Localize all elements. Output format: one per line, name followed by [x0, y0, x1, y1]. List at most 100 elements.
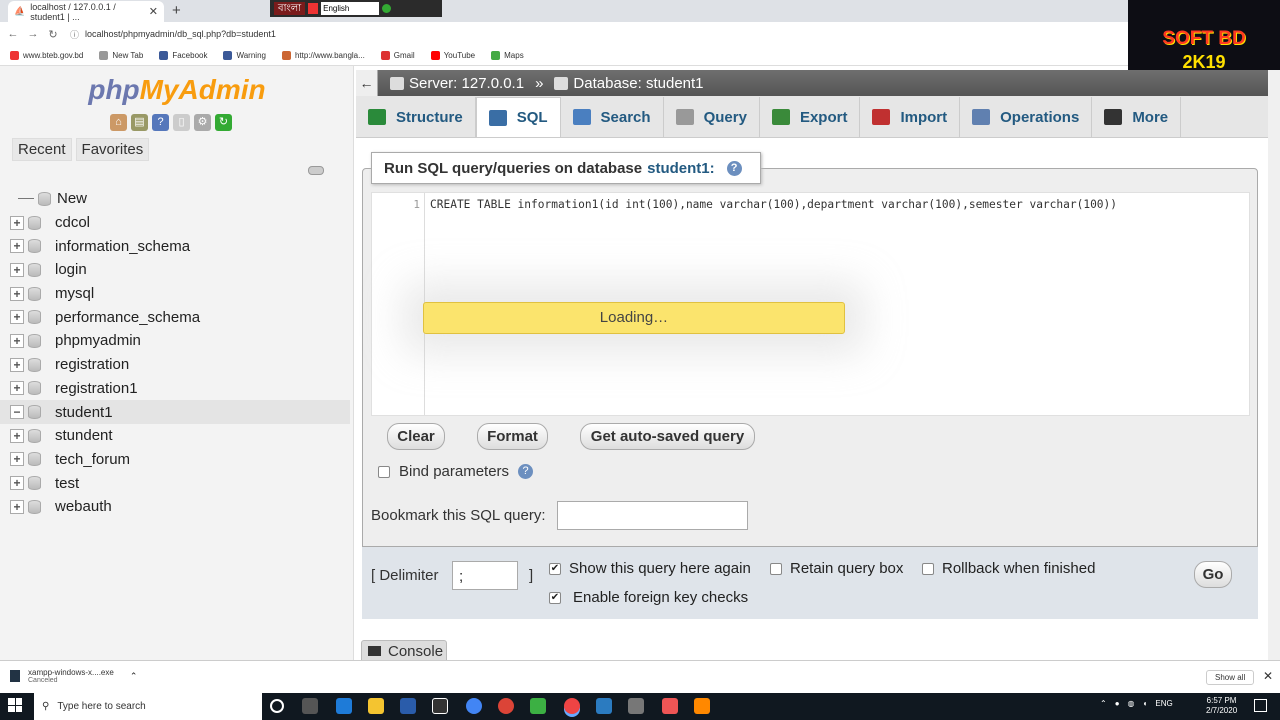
- delimiter-input[interactable]: ;: [452, 561, 518, 590]
- expand-icon[interactable]: +: [10, 476, 24, 491]
- get-autosaved-query-button[interactable]: Get auto-saved query: [580, 423, 755, 450]
- clock[interactable]: 6:57 PM 2/7/2020: [1206, 696, 1237, 716]
- download-item[interactable]: xampp-windows-x....exe Canceled ⌃: [10, 668, 137, 684]
- collapse-nav-icon[interactable]: ←: [356, 70, 378, 96]
- tab-search[interactable]: Search: [561, 97, 664, 137]
- tab-query[interactable]: Query: [664, 97, 760, 137]
- edge-icon[interactable]: [336, 698, 352, 714]
- foreign-key-checkbox[interactable]: ✔: [549, 591, 561, 604]
- app-icon[interactable]: [596, 698, 612, 714]
- tree-item-new[interactable]: New: [0, 187, 350, 211]
- bookmark-item[interactable]: Maps: [491, 51, 524, 60]
- tree-item-test[interactable]: + test: [0, 471, 350, 495]
- expand-icon[interactable]: +: [10, 452, 24, 467]
- camtasia-recorder-icon[interactable]: [662, 698, 678, 714]
- taskbar-search[interactable]: ⚲ Type here to search: [34, 693, 262, 720]
- info-icon[interactable]: ⓘ: [70, 28, 79, 41]
- chrome-app-icon[interactable]: [466, 698, 482, 714]
- breadcrumb-server[interactable]: Server: 127.0.0.1: [409, 75, 524, 92]
- logout-icon[interactable]: ▤: [131, 114, 148, 131]
- tree-item-phpmyadmin[interactable]: + phpmyadmin: [0, 329, 350, 353]
- rollback-checkbox[interactable]: [922, 562, 934, 575]
- link-with-main-icon[interactable]: [308, 166, 324, 175]
- keyboard-lang[interactable]: ENG: [1155, 699, 1172, 708]
- go-button[interactable]: Go: [1194, 561, 1232, 588]
- expand-icon[interactable]: +: [10, 381, 24, 396]
- chrome-active-icon[interactable]: [564, 698, 580, 714]
- expand-icon[interactable]: +: [10, 310, 24, 325]
- expand-icon[interactable]: +: [10, 286, 24, 301]
- expand-icon[interactable]: +: [10, 499, 24, 514]
- a-icon[interactable]: [308, 3, 319, 14]
- close-download-bar-icon[interactable]: ✕: [1263, 669, 1273, 683]
- mail-icon[interactable]: [432, 698, 448, 714]
- home-icon[interactable]: ⌂: [110, 114, 127, 131]
- bind-parameters-checkbox[interactable]: [378, 465, 390, 478]
- back-icon[interactable]: ←: [6, 28, 20, 40]
- bookmark-item[interactable]: Warning: [223, 51, 266, 60]
- tree-item-registration1[interactable]: + registration1: [0, 377, 350, 401]
- windows-start-icon[interactable]: [8, 698, 22, 712]
- breadcrumb-database[interactable]: Database: student1: [573, 75, 703, 92]
- help-icon[interactable]: ?: [518, 464, 534, 479]
- tree-item-webauth[interactable]: + webauth: [0, 495, 350, 519]
- tree-item-stundent[interactable]: + stundent: [0, 424, 350, 448]
- tree-item-student1[interactable]: − student1: [0, 400, 350, 424]
- tree-item-performance_schema[interactable]: + performance_schema: [0, 305, 350, 329]
- format-button[interactable]: Format: [477, 423, 548, 450]
- tree-item-login[interactable]: + login: [0, 258, 350, 282]
- url-field[interactable]: localhost/phpmyadmin/db_sql.php?db=stude…: [85, 29, 276, 39]
- tree-item-cdcol[interactable]: + cdcol: [0, 211, 350, 235]
- bookmark-item[interactable]: YouTube: [430, 51, 475, 60]
- microphone-icon[interactable]: ●: [1115, 699, 1120, 708]
- tab-structure[interactable]: Structure: [356, 97, 476, 137]
- scrollbar[interactable]: [1268, 70, 1280, 660]
- tab-sql[interactable]: SQL: [475, 97, 561, 137]
- xampp-icon[interactable]: [694, 698, 710, 714]
- recent-button[interactable]: Recent: [12, 138, 72, 161]
- bookmark-item[interactable]: Gmail: [380, 51, 415, 60]
- expand-icon[interactable]: +: [10, 239, 24, 254]
- cortana-icon[interactable]: [270, 699, 284, 713]
- help-icon[interactable]: ?: [726, 160, 742, 176]
- phpmyadmin-logo[interactable]: phpMyAdmin: [0, 74, 354, 106]
- expand-icon[interactable]: +: [10, 262, 24, 277]
- tab-import[interactable]: Import: [860, 97, 961, 137]
- bookmark-item[interactable]: www.bteb.gov.bd: [10, 51, 83, 60]
- bookmark-item[interactable]: New Tab: [99, 51, 143, 60]
- collapse-icon[interactable]: −: [10, 405, 24, 420]
- notifications-icon[interactable]: [1254, 699, 1267, 712]
- bookmark-item[interactable]: http://www.bangla...: [281, 51, 365, 60]
- expand-icon[interactable]: +: [10, 428, 24, 443]
- help-icon[interactable]: ?: [152, 114, 169, 131]
- tree-item-tech_forum[interactable]: + tech_forum: [0, 448, 350, 472]
- store-icon[interactable]: [400, 698, 416, 714]
- show-all-button[interactable]: Show all: [1206, 670, 1255, 685]
- volume-icon[interactable]: ◖: [1143, 699, 1148, 708]
- tree-item-mysql[interactable]: + mysql: [0, 282, 350, 306]
- camtasia-icon[interactable]: [530, 698, 546, 714]
- tree-item-registration[interactable]: + registration: [0, 353, 350, 377]
- language-select[interactable]: English: [321, 2, 380, 15]
- expand-icon[interactable]: +: [10, 357, 24, 372]
- sql-query-text[interactable]: CREATE TABLE information1(id int(100),na…: [430, 198, 1117, 211]
- task-view-icon[interactable]: [302, 698, 318, 714]
- expand-icon[interactable]: +: [10, 215, 24, 230]
- chrome-icon[interactable]: [498, 698, 514, 714]
- reload-icon[interactable]: ↻: [46, 28, 60, 41]
- bookmark-input[interactable]: [557, 501, 748, 530]
- expand-icon[interactable]: +: [10, 333, 24, 348]
- console-toggle[interactable]: Console: [361, 640, 447, 662]
- tab-operations[interactable]: Operations: [960, 97, 1093, 137]
- chevron-up-icon[interactable]: ⌃: [130, 671, 138, 682]
- show-query-checkbox[interactable]: ✔: [549, 562, 561, 575]
- file-explorer-icon[interactable]: [368, 698, 384, 714]
- close-tab-icon[interactable]: ✕: [149, 5, 158, 18]
- bengali-toggle[interactable]: বাংলা: [274, 2, 306, 15]
- tab-export[interactable]: Export: [760, 97, 861, 137]
- clear-button[interactable]: Clear: [387, 423, 445, 450]
- favorites-button[interactable]: Favorites: [75, 138, 150, 161]
- bookmark-item[interactable]: Facebook: [159, 51, 207, 60]
- browser-tab[interactable]: ⛵ localhost / 127.0.0.1 / student1 | ...…: [8, 1, 164, 22]
- forward-icon[interactable]: →: [26, 28, 40, 40]
